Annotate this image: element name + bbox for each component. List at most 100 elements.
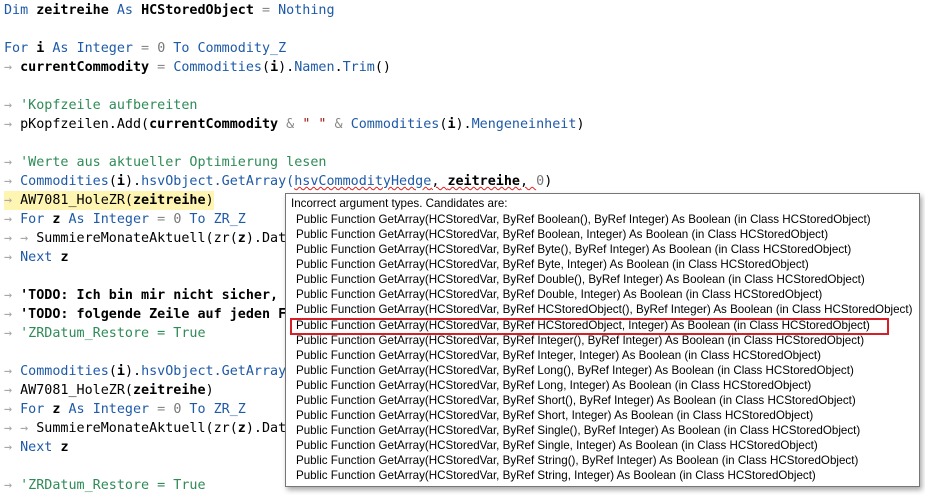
identifier: ZR_Z bbox=[213, 402, 246, 417]
code-line-14[interactable]: → 'ZRDatum_Restore = True bbox=[4, 324, 206, 343]
tab-arrow-icon: → bbox=[4, 212, 13, 227]
keyword: Nothing bbox=[278, 3, 335, 18]
tab-arrow-icon: → bbox=[4, 60, 13, 75]
identifier: Commodities bbox=[20, 364, 109, 379]
code-line-17[interactable]: → For z As Integer = 0 To ZR_Z bbox=[4, 400, 246, 419]
code-line-12[interactable]: → 'TODO: Ich bin mir nicht sicher, bbox=[4, 286, 286, 305]
tab-arrow-icon: → bbox=[4, 440, 13, 455]
tab-arrow-icon: → bbox=[4, 155, 13, 170]
candidate-row: Public Function GetArray(HCStoredVar, By… bbox=[296, 288, 823, 301]
tab-arrow-icon: → bbox=[4, 250, 13, 265]
keyword: Dim bbox=[4, 3, 37, 18]
candidate-row: Public Function GetArray(HCStoredVar, By… bbox=[296, 349, 821, 362]
code-line-19[interactable]: → Next z bbox=[4, 438, 69, 457]
punct: , bbox=[431, 174, 448, 189]
keyword: For bbox=[4, 41, 37, 56]
candidate-row: Public Function GetArray(HCStoredVar, By… bbox=[296, 213, 871, 226]
tab-arrow-icon: → bbox=[4, 117, 13, 132]
identifier: hsvCommodityHedge bbox=[294, 174, 432, 189]
code-line-1[interactable]: Dim zeitreihe As HCStoredObject = Nothin… bbox=[4, 1, 335, 20]
punct: ) bbox=[576, 117, 585, 132]
identifier: z bbox=[237, 421, 246, 436]
identifier: SummiereMonateAktuell(zr( bbox=[36, 421, 238, 436]
candidate-row: Public Function GetArray(HCStoredVar, By… bbox=[296, 273, 865, 286]
tab-arrow-icon: → bbox=[4, 326, 13, 341]
tab-arrow-icon: → bbox=[4, 231, 13, 246]
string: " " bbox=[302, 117, 327, 132]
identifier: hsvObject bbox=[141, 174, 214, 189]
tab-arrow-icon: → bbox=[4, 98, 13, 113]
code-line-7[interactable]: → Commodities(i).hsvObject.GetArray(hsvC… bbox=[4, 172, 552, 191]
comment: 'Werte aus aktueller Optimierung lesen bbox=[20, 155, 327, 170]
tab-arrow-icon: → bbox=[4, 193, 13, 208]
identifier: z bbox=[237, 231, 246, 246]
identifier: hsvObject bbox=[141, 364, 214, 379]
operator: = bbox=[149, 212, 174, 227]
candidate-row: Public Function GetArray(HCStoredVar, By… bbox=[296, 424, 861, 437]
punct: ( bbox=[262, 60, 271, 75]
code-line-5[interactable]: → pKopfzeilen.Add(currentCommodity & " "… bbox=[4, 115, 585, 134]
tab-arrow-icon: → bbox=[4, 288, 13, 303]
candidate-row: Public Function GetArray(HCStoredVar, By… bbox=[296, 469, 816, 482]
candidate-row: Public Function GetArray(HCStoredVar, By… bbox=[296, 364, 854, 377]
code-line-8[interactable]: → AW7081_HoleZR(zeitreihe) bbox=[4, 191, 214, 210]
candidate-row: Public Function GetArray(HCStoredVar, By… bbox=[296, 409, 814, 422]
operator: = bbox=[133, 41, 158, 56]
identifier: currentCommodity bbox=[20, 60, 150, 75]
overload-tooltip: Incorrect argument types. Candidates are… bbox=[285, 193, 920, 487]
keyword: For bbox=[20, 212, 53, 227]
keyword: Next bbox=[20, 440, 61, 455]
tab-arrow-icon: → bbox=[20, 231, 29, 246]
comment: 'ZRDatum_Restore = True bbox=[20, 326, 206, 341]
identifier: Commodities bbox=[173, 60, 262, 75]
identifier: .GetArray( bbox=[213, 174, 295, 189]
keyword: To bbox=[165, 41, 198, 56]
identifier: Commodity_Z bbox=[197, 41, 287, 56]
keyword: Integer bbox=[76, 41, 133, 56]
candidate-row: Public Function GetArray(HCStoredVar, By… bbox=[296, 243, 852, 256]
code-line-11[interactable]: → Next z bbox=[4, 248, 69, 267]
operator: & bbox=[326, 117, 351, 132]
operator: & bbox=[278, 117, 303, 132]
comment: 'Kopfzeile aufbereiten bbox=[20, 98, 198, 113]
tab-arrow-icon: → bbox=[20, 421, 29, 436]
punct: ( bbox=[108, 364, 117, 379]
identifier: AW7081_HoleZR( bbox=[20, 383, 133, 398]
code-line-18[interactable]: → → SummiereMonateAktuell(zr(z).Dat bbox=[4, 419, 286, 438]
identifier: i bbox=[116, 174, 125, 189]
code-line-4[interactable]: → 'Kopfzeile aufbereiten bbox=[4, 96, 198, 115]
comment: 'ZRDatum_Restore = True bbox=[20, 478, 206, 493]
punct: ). bbox=[278, 60, 295, 75]
identifier: ZR_Z bbox=[213, 212, 246, 227]
code-line-16[interactable]: → AW7081_HoleZR(zeitreihe) bbox=[4, 381, 214, 400]
identifier: zeitreihe bbox=[133, 383, 206, 398]
code-line-20[interactable]: → 'ZRDatum_Restore = True bbox=[4, 476, 206, 495]
punct: ). bbox=[124, 364, 142, 379]
code-line-15[interactable]: → Commodities(i).hsvObject.GetArray bbox=[4, 362, 286, 381]
number: 0 bbox=[536, 174, 545, 189]
identifier: z bbox=[60, 440, 69, 455]
identifier: ).Dat bbox=[245, 421, 287, 436]
identifier: currentCommodity bbox=[149, 117, 279, 132]
punct: . bbox=[334, 60, 343, 75]
operator: = bbox=[149, 402, 174, 417]
tab-arrow-icon: → bbox=[4, 421, 13, 436]
identifier: i bbox=[447, 117, 456, 132]
punct: ) bbox=[205, 193, 214, 208]
code-line-2[interactable]: For i As Integer = 0 To Commodity_Z bbox=[4, 39, 286, 58]
candidate-row: Public Function GetArray(HCStoredVar, By… bbox=[296, 439, 818, 452]
code-line-6[interactable]: → 'Werte aus aktueller Optimierung lesen bbox=[4, 153, 326, 172]
code-line-13[interactable]: → 'TODO: folgende Zeile auf jeden F bbox=[4, 305, 286, 324]
keyword: As bbox=[60, 402, 93, 417]
identifier: Namen bbox=[294, 60, 335, 75]
comment: 'TODO: Ich bin mir nicht sicher, bbox=[20, 288, 287, 303]
identifier: zeitreihe bbox=[133, 193, 206, 208]
code-line-3[interactable]: → currentCommodity = Commodities(i).Name… bbox=[4, 58, 391, 77]
code-line-10[interactable]: → → SummiereMonateAktuell(zr(z).Dat bbox=[4, 229, 286, 248]
punct: ( bbox=[108, 174, 117, 189]
keyword: Integer bbox=[92, 402, 150, 417]
candidate-row: Public Function GetArray(HCStoredVar, By… bbox=[296, 303, 913, 316]
keyword: As bbox=[44, 41, 77, 56]
code-line-9[interactable]: → For z As Integer = 0 To ZR_Z bbox=[4, 210, 246, 229]
candidate-row: Public Function GetArray(HCStoredVar, By… bbox=[296, 379, 812, 392]
